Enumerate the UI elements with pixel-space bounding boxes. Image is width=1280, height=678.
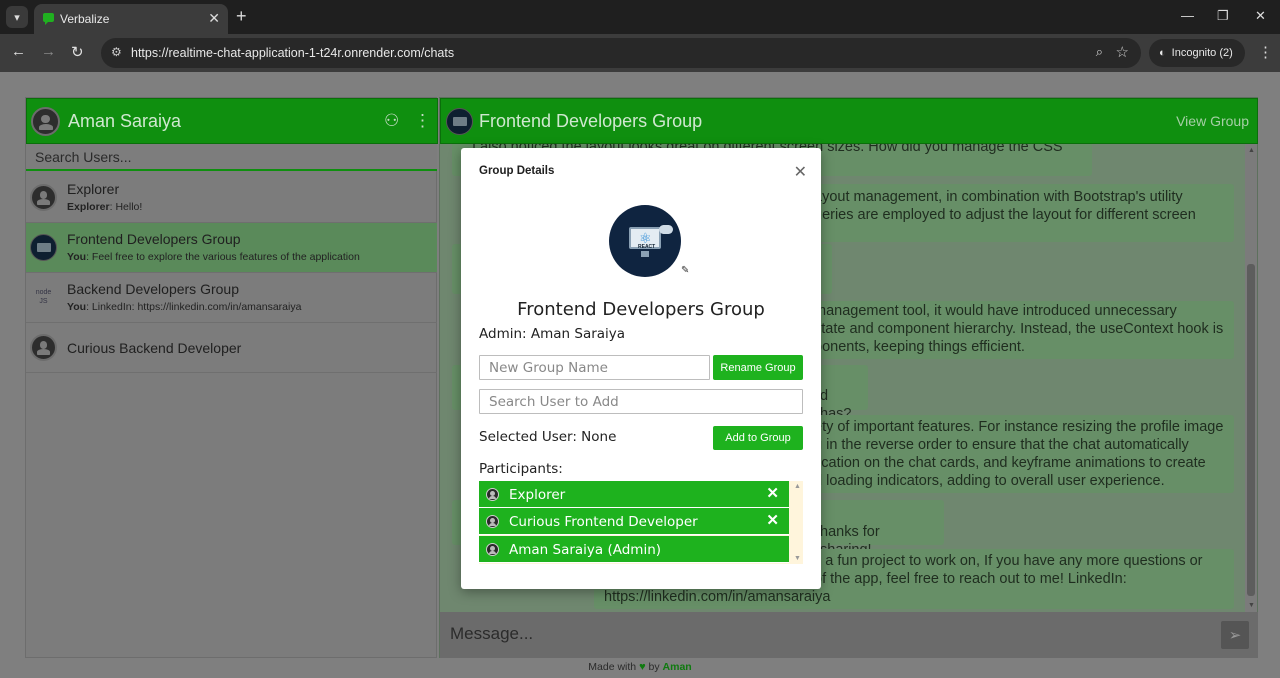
user-avatar[interactable] [31,107,60,136]
messages-scrollbar[interactable]: ▲ ▼ [1245,144,1257,612]
user-avatar-icon [486,543,499,556]
scroll-up-icon[interactable]: ▲ [794,483,801,490]
chat-name: Explorer [67,181,120,197]
bookmark-star-icon[interactable]: ☆ [1116,43,1129,61]
send-button[interactable]: ➢ [1221,621,1249,649]
scroll-up-icon[interactable]: ▲ [1248,147,1255,154]
back-icon[interactable]: ← [11,43,26,60]
scroll-down-icon[interactable]: ▼ [1248,602,1255,609]
participant-item: Curious Frontend Developer ✕ [479,508,789,535]
nodejs-group-avatar: node JS [30,284,57,311]
group-avatar[interactable] [446,108,473,135]
modal-title: Group Details [479,165,555,177]
chat-last-message: Explorer: Hello! [67,201,143,213]
kebab-menu-icon[interactable]: ⋮ [414,111,431,131]
tab-close-icon[interactable]: ✕ [208,10,220,27]
participants-label: Participants: [479,461,563,477]
group-details-modal: Group Details ✕ ⚛ REACT ✎ Frontend Devel… [461,148,821,589]
forward-icon[interactable]: → [41,43,56,60]
group-avatar [30,234,57,261]
user-name: Aman Saraiya [68,111,182,131]
user-avatar-icon [486,515,499,528]
chat-favicon-icon [43,13,54,25]
participant-name: Explorer [509,487,566,503]
chat-last-message: You: LinkedIn: https://linkedin.com/in/a… [67,301,302,313]
participant-item: Aman Saraiya (Admin) [479,536,789,563]
message-input[interactable]: Message... [450,624,533,644]
chat-item-backend-group[interactable]: node JS Backend Developers Group You: Lin… [26,273,437,323]
footer: Made with ♥ by Aman [0,658,1280,678]
chat-header: Frontend Developers Group View Group [440,98,1258,144]
zoom-icon[interactable]: ⌕ [1096,44,1103,60]
address-bar-row: ← → ↻ ⚙ https://realtime-chat-applicatio… [0,34,1280,72]
view-group-button[interactable]: View Group [1176,113,1249,129]
user-avatar-icon [486,488,499,501]
close-icon[interactable]: ✕ [794,162,807,182]
scroll-down-icon[interactable]: ▼ [794,555,801,562]
heart-icon: ♥ [639,661,646,673]
tab-title: Verbalize [60,12,110,26]
add-group-icon[interactable]: ⚇ [384,111,399,131]
minimize-icon[interactable]: — [1181,8,1194,23]
participants-list: Explorer ✕ Curious Frontend Developer ✕ … [479,481,803,564]
incognito-label: Incognito (2) [1171,47,1233,59]
remove-icon[interactable]: ✕ [766,511,779,529]
chat-title: Frontend Developers Group [479,111,703,131]
site-info-icon[interactable]: ⚙ [111,45,122,59]
participant-item: Explorer ✕ [479,481,789,508]
browser-tab[interactable]: Verbalize ✕ [34,4,228,34]
tab-search-button[interactable]: ▾ [6,6,28,28]
url-text[interactable]: https://realtime-chat-application-1-t24r… [131,46,454,60]
search-user-input[interactable]: Search User to Add [479,389,803,414]
footer-made-with: Made with [588,661,637,673]
monitor-stand [641,251,649,257]
browser-tabbar: ▾ Verbalize ✕ + — ❐ ✕ [0,0,1280,34]
incognito-badge[interactable]: ◐ Incognito (2) [1149,39,1245,67]
cloud-icon [659,225,673,234]
chat-item-curious-backend[interactable]: Curious Backend Developer [26,323,437,373]
send-icon: ➢ [1228,627,1242,644]
address-bar[interactable]: ⚙ https://realtime-chat-application-1-t2… [101,38,1141,68]
selected-user: Selected User: None [479,429,617,445]
participant-name: Curious Frontend Developer [509,514,698,530]
scrollbar-thumb[interactable] [1247,264,1255,596]
chat-name: Curious Backend Developer [67,340,242,356]
participant-name: Aman Saraiya (Admin) [509,542,662,558]
chat-name: Backend Developers Group [67,281,239,297]
message-composer: Message... ➢ [440,612,1258,658]
chat-item-frontend-group[interactable]: Frontend Developers Group You: Feel free… [26,223,437,273]
rename-group-button[interactable]: Rename Group [713,355,803,380]
remove-icon[interactable]: ✕ [766,484,779,502]
maximize-icon[interactable]: ❐ [1217,8,1229,24]
new-tab-button[interactable]: + [236,6,247,26]
new-group-name-input[interactable]: New Group Name [479,355,710,380]
chat-last-message: You: Feel free to explore the various fe… [67,251,360,263]
chat-item-explorer[interactable]: Explorer Explorer: Hello! [26,173,437,223]
reload-icon[interactable]: ↻ [71,43,84,61]
search-users-input[interactable]: Search Users... [26,144,437,171]
footer-author-link[interactable]: Aman [663,661,692,673]
window-close-icon[interactable]: ✕ [1255,8,1266,24]
group-image[interactable]: ⚛ REACT [609,205,681,277]
sidebar-header: Aman Saraiya ⚇ ⋮ [26,98,438,144]
participants-scrollbar[interactable]: ▲ ▼ [791,481,803,564]
group-name: Frontend Developers Group [517,299,765,320]
group-admin: Admin: Aman Saraiya [479,326,626,342]
image-label: REACT [638,244,656,250]
chat-name: Frontend Developers Group [67,231,241,247]
footer-by: by [648,661,660,673]
pencil-icon[interactable]: ✎ [681,265,689,276]
incognito-icon: ◐ [1159,47,1166,59]
avatar [30,334,57,361]
sidebar: Aman Saraiya ⚇ ⋮ Search Users... Explore… [25,97,438,658]
avatar [30,184,57,211]
browser-menu-icon[interactable]: ⋮ [1258,43,1273,61]
add-to-group-button[interactable]: Add to Group [713,426,803,450]
